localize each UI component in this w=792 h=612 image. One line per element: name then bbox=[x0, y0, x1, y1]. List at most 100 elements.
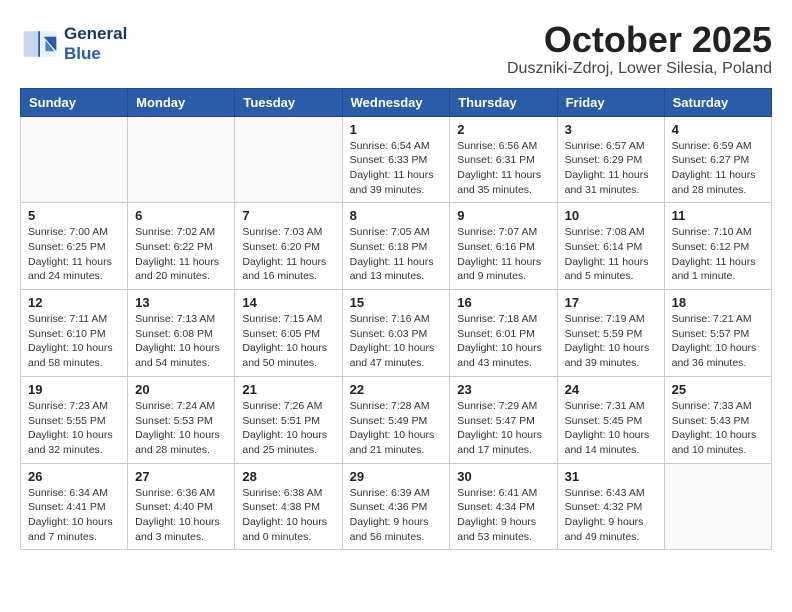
calendar-cell: 2 Sunrise: 6:56 AM Sunset: 6:31 PM Daylig… bbox=[450, 116, 557, 203]
calendar-cell: 3 Sunrise: 6:57 AM Sunset: 6:29 PM Daylig… bbox=[557, 116, 664, 203]
calendar-cell: 24 Sunrise: 7:31 AM Sunset: 5:45 PM Dayli… bbox=[557, 376, 664, 463]
page-header: General Blue October 2025 Duszniki-Zdroj… bbox=[20, 20, 772, 78]
day-info: Sunrise: 7:18 AM Sunset: 6:01 PM Dayligh… bbox=[457, 312, 549, 371]
day-number: 9 bbox=[457, 208, 549, 223]
calendar-cell: 17 Sunrise: 7:19 AM Sunset: 5:59 PM Dayli… bbox=[557, 290, 664, 377]
calendar-cell: 23Sunrise: 7:29 AM Sunset: 5:47 PM Dayli… bbox=[450, 376, 557, 463]
calendar-cell: 10Sunrise: 7:08 AM Sunset: 6:14 PM Dayli… bbox=[557, 203, 664, 290]
day-number: 2 bbox=[457, 122, 549, 137]
day-number: 28 bbox=[242, 469, 334, 484]
day-info: Sunrise: 6:57 AM Sunset: 6:29 PM Dayligh… bbox=[565, 139, 657, 198]
day-number: 24 bbox=[565, 382, 657, 397]
day-info: Sunrise: 6:54 AM Sunset: 6:33 PM Dayligh… bbox=[350, 139, 443, 198]
day-info: Sunrise: 7:28 AM Sunset: 5:49 PM Dayligh… bbox=[350, 399, 443, 458]
calendar-week-row: 5 Sunrise: 7:00 AM Sunset: 6:25 PM Daylig… bbox=[21, 203, 772, 290]
day-info: Sunrise: 6:43 AM Sunset: 4:32 PM Dayligh… bbox=[565, 486, 657, 545]
calendar-cell: 21 Sunrise: 7:26 AM Sunset: 5:51 PM Dayli… bbox=[235, 376, 342, 463]
calendar-cell: 7 Sunrise: 7:03 AM Sunset: 6:20 PM Daylig… bbox=[235, 203, 342, 290]
day-info: Sunrise: 7:08 AM Sunset: 6:14 PM Dayligh… bbox=[565, 225, 657, 284]
day-info: Sunrise: 7:16 AM Sunset: 6:03 PM Dayligh… bbox=[350, 312, 443, 371]
day-number: 19 bbox=[28, 382, 120, 397]
day-number: 11 bbox=[672, 208, 764, 223]
calendar-week-row: 12 Sunrise: 7:11 AM Sunset: 6:10 PM Dayli… bbox=[21, 290, 772, 377]
day-number: 22 bbox=[350, 382, 443, 397]
day-info: Sunrise: 7:03 AM Sunset: 6:20 PM Dayligh… bbox=[242, 225, 334, 284]
calendar-cell: 13Sunrise: 7:13 AM Sunset: 6:08 PM Dayli… bbox=[128, 290, 235, 377]
logo-icon bbox=[20, 24, 60, 64]
day-number: 31 bbox=[565, 469, 657, 484]
day-number: 17 bbox=[565, 295, 657, 310]
calendar-cell: 19Sunrise: 7:23 AM Sunset: 5:55 PM Dayli… bbox=[21, 376, 128, 463]
day-info: Sunrise: 7:05 AM Sunset: 6:18 PM Dayligh… bbox=[350, 225, 443, 284]
calendar-cell bbox=[128, 116, 235, 203]
day-number: 14 bbox=[242, 295, 334, 310]
day-info: Sunrise: 7:24 AM Sunset: 5:53 PM Dayligh… bbox=[135, 399, 227, 458]
day-number: 26 bbox=[28, 469, 120, 484]
day-number: 21 bbox=[242, 382, 334, 397]
col-header-tuesday: Tuesday bbox=[235, 88, 342, 116]
calendar-cell: 28 Sunrise: 6:38 AM Sunset: 4:38 PM Dayli… bbox=[235, 463, 342, 550]
calendar-cell bbox=[235, 116, 342, 203]
day-info: Sunrise: 6:39 AM Sunset: 4:36 PM Dayligh… bbox=[350, 486, 443, 545]
col-header-thursday: Thursday bbox=[450, 88, 557, 116]
calendar-cell: 15 Sunrise: 7:16 AM Sunset: 6:03 PM Dayli… bbox=[342, 290, 450, 377]
day-info: Sunrise: 6:56 AM Sunset: 6:31 PM Dayligh… bbox=[457, 139, 549, 198]
calendar-cell: 5 Sunrise: 7:00 AM Sunset: 6:25 PM Daylig… bbox=[21, 203, 128, 290]
calendar-cell: 27 Sunrise: 6:36 AM Sunset: 4:40 PM Dayli… bbox=[128, 463, 235, 550]
calendar-cell bbox=[664, 463, 771, 550]
day-info: Sunrise: 7:11 AM Sunset: 6:10 PM Dayligh… bbox=[28, 312, 120, 371]
calendar-cell: 16 Sunrise: 7:18 AM Sunset: 6:01 PM Dayli… bbox=[450, 290, 557, 377]
day-info: Sunrise: 6:41 AM Sunset: 4:34 PM Dayligh… bbox=[457, 486, 549, 545]
day-number: 7 bbox=[242, 208, 334, 223]
calendar-cell: 12 Sunrise: 7:11 AM Sunset: 6:10 PM Dayli… bbox=[21, 290, 128, 377]
day-number: 30 bbox=[457, 469, 549, 484]
col-header-saturday: Saturday bbox=[664, 88, 771, 116]
calendar-cell: 6 Sunrise: 7:02 AM Sunset: 6:22 PM Daylig… bbox=[128, 203, 235, 290]
calendar-cell: 1Sunrise: 6:54 AM Sunset: 6:33 PM Daylig… bbox=[342, 116, 450, 203]
day-info: Sunrise: 7:02 AM Sunset: 6:22 PM Dayligh… bbox=[135, 225, 227, 284]
calendar-cell: 25Sunrise: 7:33 AM Sunset: 5:43 PM Dayli… bbox=[664, 376, 771, 463]
day-number: 12 bbox=[28, 295, 120, 310]
day-number: 6 bbox=[135, 208, 227, 223]
day-info: Sunrise: 7:21 AM Sunset: 5:57 PM Dayligh… bbox=[672, 312, 764, 371]
day-info: Sunrise: 6:34 AM Sunset: 4:41 PM Dayligh… bbox=[28, 486, 120, 545]
calendar-cell: 18 Sunrise: 7:21 AM Sunset: 5:57 PM Dayli… bbox=[664, 290, 771, 377]
day-info: Sunrise: 7:00 AM Sunset: 6:25 PM Dayligh… bbox=[28, 225, 120, 284]
calendar-cell: 4Sunrise: 6:59 AM Sunset: 6:27 PM Daylig… bbox=[664, 116, 771, 203]
calendar-cell: 29Sunrise: 6:39 AM Sunset: 4:36 PM Dayli… bbox=[342, 463, 450, 550]
day-number: 5 bbox=[28, 208, 120, 223]
day-info: Sunrise: 6:38 AM Sunset: 4:38 PM Dayligh… bbox=[242, 486, 334, 545]
day-info: Sunrise: 6:36 AM Sunset: 4:40 PM Dayligh… bbox=[135, 486, 227, 545]
day-info: Sunrise: 7:31 AM Sunset: 5:45 PM Dayligh… bbox=[565, 399, 657, 458]
location-subtitle: Duszniki-Zdroj, Lower Silesia, Poland bbox=[507, 60, 772, 78]
calendar-cell bbox=[21, 116, 128, 203]
col-header-wednesday: Wednesday bbox=[342, 88, 450, 116]
day-number: 15 bbox=[350, 295, 443, 310]
day-info: Sunrise: 7:15 AM Sunset: 6:05 PM Dayligh… bbox=[242, 312, 334, 371]
month-title: October 2025 bbox=[507, 20, 772, 60]
logo: General Blue bbox=[20, 24, 127, 64]
calendar-table: SundayMondayTuesdayWednesdayThursdayFrid… bbox=[20, 88, 772, 551]
day-number: 25 bbox=[672, 382, 764, 397]
col-header-friday: Friday bbox=[557, 88, 664, 116]
calendar-cell: 8Sunrise: 7:05 AM Sunset: 6:18 PM Daylig… bbox=[342, 203, 450, 290]
day-number: 3 bbox=[565, 122, 657, 137]
day-number: 4 bbox=[672, 122, 764, 137]
calendar-header-row: SundayMondayTuesdayWednesdayThursdayFrid… bbox=[21, 88, 772, 116]
calendar-cell: 31 Sunrise: 6:43 AM Sunset: 4:32 PM Dayli… bbox=[557, 463, 664, 550]
title-section: October 2025 Duszniki-Zdroj, Lower Siles… bbox=[507, 20, 772, 78]
calendar-cell: 26 Sunrise: 6:34 AM Sunset: 4:41 PM Dayli… bbox=[21, 463, 128, 550]
day-info: Sunrise: 7:13 AM Sunset: 6:08 PM Dayligh… bbox=[135, 312, 227, 371]
day-info: Sunrise: 7:29 AM Sunset: 5:47 PM Dayligh… bbox=[457, 399, 549, 458]
calendar-cell: 11 Sunrise: 7:10 AM Sunset: 6:12 PM Dayli… bbox=[664, 203, 771, 290]
calendar-cell: 9 Sunrise: 7:07 AM Sunset: 6:16 PM Daylig… bbox=[450, 203, 557, 290]
day-info: Sunrise: 7:19 AM Sunset: 5:59 PM Dayligh… bbox=[565, 312, 657, 371]
day-info: Sunrise: 7:26 AM Sunset: 5:51 PM Dayligh… bbox=[242, 399, 334, 458]
day-number: 18 bbox=[672, 295, 764, 310]
day-number: 27 bbox=[135, 469, 227, 484]
day-info: Sunrise: 7:10 AM Sunset: 6:12 PM Dayligh… bbox=[672, 225, 764, 284]
calendar-cell: 14 Sunrise: 7:15 AM Sunset: 6:05 PM Dayli… bbox=[235, 290, 342, 377]
col-header-sunday: Sunday bbox=[21, 88, 128, 116]
day-info: Sunrise: 7:07 AM Sunset: 6:16 PM Dayligh… bbox=[457, 225, 549, 284]
day-number: 16 bbox=[457, 295, 549, 310]
